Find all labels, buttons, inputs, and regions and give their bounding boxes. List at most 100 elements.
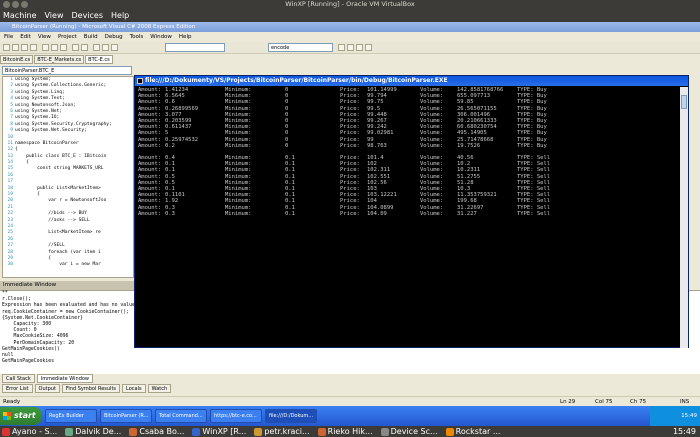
console-icon <box>137 78 143 84</box>
solution-explorer-icon[interactable] <box>347 44 354 51</box>
redo-icon[interactable] <box>81 44 88 51</box>
type-value: Sell <box>536 204 551 211</box>
xp-clock: 15:49 <box>681 413 697 419</box>
tab-btce[interactable]: BTC-E.cs <box>85 55 113 64</box>
tab-immediate-window[interactable]: Immediate Window <box>36 374 94 383</box>
host-task-2[interactable]: Dalvik De... <box>63 427 121 436</box>
tab-call-stack[interactable]: Call Stack <box>2 374 35 383</box>
type-value: Buy <box>536 117 547 124</box>
vs-menu-tools[interactable]: Tools <box>130 34 144 40</box>
type-label-text: TYPE: <box>517 210 534 217</box>
tab-find-symbol-results[interactable]: Find Symbol Results <box>61 384 121 393</box>
debug-tool-tabs: Call Stack Immediate Window <box>0 374 700 383</box>
code-text: var i = new Mar <box>15 262 101 268</box>
solution-config-combo[interactable] <box>165 43 225 52</box>
code-text: var r = NewtonsoftJso <box>15 198 107 204</box>
tab-output[interactable]: Output <box>34 384 60 393</box>
type-value: Sell <box>536 210 551 217</box>
host-task-7[interactable]: Device Sc... <box>379 427 438 436</box>
type-value: Buy <box>536 142 547 149</box>
host-task-label: Ayano - S... <box>12 427 58 436</box>
vs-menu-view[interactable]: View <box>38 34 51 40</box>
price-value: 104.09 <box>367 210 387 217</box>
type-label-text: TYPE: <box>517 161 534 168</box>
start-button[interactable]: start <box>0 407 42 425</box>
taskbar-item-regex-builder[interactable]: RegEx Builder <box>45 409 97 423</box>
menu-machine[interactable]: Machine <box>3 11 37 20</box>
properties-icon[interactable] <box>356 44 363 51</box>
code-editor[interactable]: 1 using System; 2 using System.Collections.… <box>2 76 134 278</box>
new-project-icon[interactable] <box>3 44 10 51</box>
find-icon[interactable] <box>338 44 345 51</box>
type-value: Buy <box>536 105 547 112</box>
type-label-text: TYPE: <box>517 192 534 199</box>
type-value: Buy <box>536 93 547 100</box>
xp-taskbar: start RegEx Builder BitcoinParser (R... … <box>0 406 700 426</box>
continue-icon[interactable] <box>93 44 100 51</box>
vs-title-bar: BitcoinParser (Running) - Microsoft Visu… <box>0 22 700 32</box>
host-task-8[interactable]: Rockstar ... <box>444 427 501 436</box>
copy-icon[interactable] <box>51 44 58 51</box>
host-task-4[interactable]: WinXP [R... <box>190 427 246 436</box>
host-task-5[interactable]: petr.kraci... <box>252 427 310 436</box>
host-task-1[interactable]: Ayano - S... <box>0 427 57 436</box>
vs-menu-edit[interactable]: Edit <box>20 34 31 40</box>
type-label-text: TYPE: <box>517 142 534 149</box>
vs-menu-debug[interactable]: Debug <box>105 34 123 40</box>
console-scroll-thumb[interactable] <box>681 95 687 109</box>
host-task-3[interactable]: Csaba Bo... <box>127 427 184 436</box>
minimum-value: 0.1 <box>285 210 295 217</box>
taskbar-item-browser[interactable]: https://btc-e.co... <box>210 409 262 423</box>
vs-menu-build[interactable]: Build <box>84 34 98 40</box>
undo-icon[interactable] <box>72 44 79 51</box>
type-value: Sell <box>536 173 551 180</box>
tab-locals[interactable]: Locals <box>122 384 146 393</box>
console-scrollbar[interactable] <box>680 87 688 348</box>
console-window[interactable]: file:///D:/Dokumenty/VS/Projects/Bitcoin… <box>134 75 689 348</box>
minimize-window-icon[interactable] <box>12 1 19 8</box>
type-label-text: TYPE: <box>517 124 534 131</box>
type-navigation-combo[interactable]: BitcoinParser.BTC_E <box>2 66 132 75</box>
cut-icon[interactable] <box>42 44 49 51</box>
toolbox-icon[interactable] <box>365 44 372 51</box>
pause-icon[interactable] <box>102 44 109 51</box>
amount-label: Amount: <box>138 210 162 217</box>
find-combo[interactable]: encode <box>268 43 333 52</box>
virtualbox-menu-bar: Machine View Devices Help <box>0 9 700 22</box>
host-task-label: Rockstar ... <box>455 427 501 436</box>
type-label-text: TYPE: <box>517 179 534 186</box>
virtualbox-title-bar: WinXP [Running] - Oracle VM VirtualBox <box>0 0 700 9</box>
maximize-window-icon[interactable] <box>21 1 28 8</box>
stop-icon[interactable] <box>111 44 118 51</box>
type-label-text: TYPE: <box>517 167 534 174</box>
menu-view[interactable]: View <box>45 11 64 20</box>
type-value: Buy <box>536 130 547 137</box>
open-file-icon[interactable] <box>12 44 19 51</box>
type-label-text: TYPE: <box>517 105 534 112</box>
save-all-icon[interactable] <box>30 44 37 51</box>
virtualbox-title: WinXP [Running] - Oracle VM VirtualBox <box>285 0 415 8</box>
taskbar-item-console[interactable]: file:///D:/Dokum... <box>265 409 317 423</box>
price-label: Price: <box>340 210 360 217</box>
type-label-text: TYPE: <box>517 204 534 211</box>
tab-btce-markets[interactable]: BTC-E_Markets.cs <box>34 55 85 64</box>
close-window-icon[interactable] <box>3 1 10 8</box>
host-task-6[interactable]: Rieko Hik... <box>316 427 373 436</box>
vs-menu-file[interactable]: File <box>4 34 13 40</box>
tab-error-list[interactable]: Error List <box>2 384 33 393</box>
tab-watch[interactable]: Watch <box>147 384 172 393</box>
type-label-text: TYPE: <box>517 130 534 137</box>
vs-toolbar: encode <box>0 42 700 54</box>
taskbar-item-bitcoinparser[interactable]: BitcoinParser (R... <box>100 409 152 423</box>
taskbar-item-total-commander[interactable]: Total Command... <box>155 409 207 423</box>
vs-menu-project[interactable]: Project <box>58 34 77 40</box>
vs-menu-window[interactable]: Window <box>150 34 172 40</box>
menu-help[interactable]: Help <box>111 11 129 20</box>
type-value: Sell <box>536 179 551 186</box>
tab-bitcoine[interactable]: BitcoinE.cs <box>0 55 34 64</box>
save-icon[interactable] <box>21 44 28 51</box>
start-label: start <box>14 411 36 420</box>
paste-icon[interactable] <box>60 44 67 51</box>
menu-devices[interactable]: Devices <box>71 11 103 20</box>
vs-menu-help[interactable]: Help <box>179 34 192 40</box>
